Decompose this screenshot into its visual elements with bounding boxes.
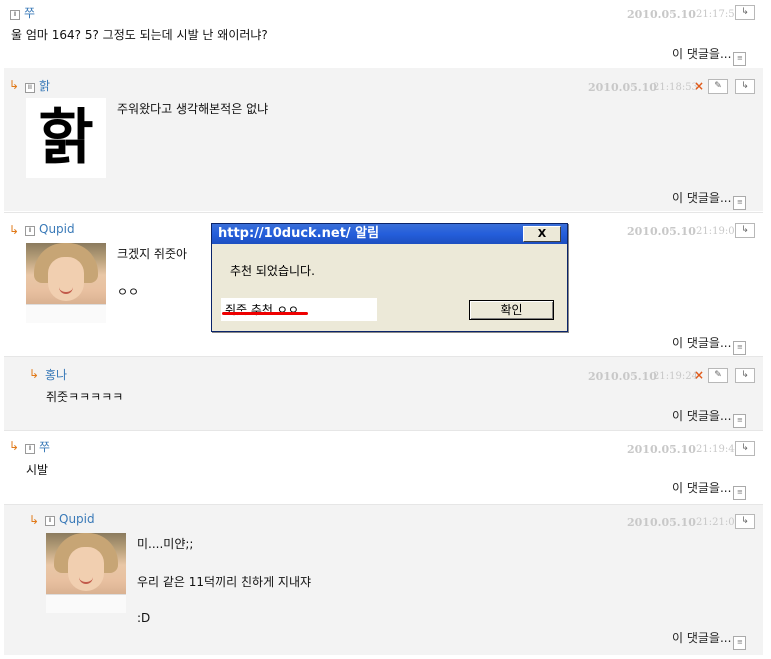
comment-date: 2010.05.10 bbox=[627, 516, 696, 529]
comment-date: 2010.05.10 bbox=[627, 8, 696, 21]
reply-icon[interactable]: ≡ bbox=[733, 414, 747, 428]
dialog-titlebar[interactable]: http://10duck.net/ 알림 X bbox=[212, 224, 567, 244]
alert-dialog: http://10duck.net/ 알림 X 추천 되었습니다. 쥐줏 추천 … bbox=[211, 223, 568, 332]
caption-overlay: 쥐줏 추천 ㅇㅇ bbox=[221, 298, 377, 321]
comment-time: 21:19:24 bbox=[653, 371, 698, 382]
comment-1: Ⅱ쭈 2010.05.10 21:17:57 ↳ 울 엄마 164? 5? 그정… bbox=[4, 0, 763, 68]
comment-text: ㅇㅇ bbox=[117, 285, 140, 299]
edit-button[interactable]: ✎ bbox=[708, 79, 728, 94]
reply-icon[interactable]: ≡ bbox=[733, 486, 747, 500]
reply-link[interactable]: 이 댓글을... ≡ bbox=[672, 479, 747, 500]
reply-link[interactable]: 이 댓글을... ≡ bbox=[672, 189, 747, 210]
author-name[interactable]: 핡 bbox=[39, 79, 50, 93]
reply-icon[interactable]: ≡ bbox=[733, 341, 747, 355]
comment-text: 미....미얀;; bbox=[137, 537, 194, 551]
ok-button[interactable]: 확인 bbox=[469, 300, 554, 320]
comment-2: ↳ Ⅲ핡 2010.05.10 21:18:53 × ✎ ↳ 핡 주워왔다고 생… bbox=[4, 68, 763, 211]
reply-arrow-icon: ↳ bbox=[9, 78, 20, 92]
author-name[interactable]: Qupid bbox=[39, 222, 75, 236]
comment-text: :D bbox=[137, 611, 151, 625]
delete-icon[interactable]: × bbox=[694, 368, 704, 382]
reply-arrow-button[interactable]: ↳ bbox=[735, 514, 755, 529]
avatar bbox=[26, 243, 106, 323]
level-icon: Ⅱ bbox=[25, 226, 35, 236]
comment-author[interactable]: Ⅱ쭈 bbox=[25, 438, 50, 455]
reply-icon[interactable]: ≡ bbox=[733, 52, 747, 66]
reply-arrow-icon: ↳ bbox=[9, 439, 20, 453]
comment-text: 주워왔다고 생각해본적은 없냐 bbox=[117, 102, 269, 116]
comment-author[interactable]: Ⅱ Qupid bbox=[45, 512, 95, 526]
red-underline bbox=[222, 312, 308, 315]
reply-link[interactable]: 이 댓글을... ≡ bbox=[672, 45, 747, 66]
delete-icon[interactable]: × bbox=[694, 79, 704, 93]
level-icon: Ⅲ bbox=[25, 83, 35, 93]
reply-label[interactable]: 이 댓글을... bbox=[672, 191, 731, 205]
author-name[interactable]: 쭈 bbox=[24, 6, 35, 20]
author-name[interactable]: Qupid bbox=[59, 512, 95, 526]
comment-author[interactable]: 홍나 bbox=[45, 366, 67, 383]
comment-author[interactable]: Ⅲ핡 bbox=[25, 77, 50, 94]
reply-label[interactable]: 이 댓글을... bbox=[672, 631, 731, 645]
comment-text: 시발 bbox=[26, 463, 49, 477]
avatar-face bbox=[48, 257, 84, 301]
reply-icon[interactable]: ≡ bbox=[733, 196, 747, 210]
edit-button[interactable]: ✎ bbox=[708, 368, 728, 383]
comment-text: 크겠지 쥐줏아 bbox=[117, 247, 188, 261]
comment-date: 2010.05.10 bbox=[627, 443, 696, 456]
author-name[interactable]: 쭈 bbox=[39, 440, 50, 454]
avatar bbox=[46, 533, 126, 613]
avatar-face bbox=[68, 547, 104, 591]
avatar: 핡 bbox=[26, 98, 106, 178]
reply-arrow-button[interactable]: ↳ bbox=[735, 223, 755, 238]
reply-arrow-button[interactable]: ↳ bbox=[735, 5, 755, 20]
comment-text: 울 엄마 164? 5? 그정도 되는데 시발 난 왜이러냐? bbox=[11, 28, 268, 42]
reply-arrow-icon: ↳ bbox=[29, 513, 40, 527]
avatar-shirt bbox=[26, 304, 106, 323]
avatar-shirt bbox=[46, 594, 126, 613]
author-name[interactable]: 홍나 bbox=[45, 368, 67, 382]
comment-date: 2010.05.10 bbox=[627, 225, 696, 238]
reply-label[interactable]: 이 댓글을... bbox=[672, 47, 731, 61]
reply-link[interactable]: 이 댓글을... ≡ bbox=[672, 629, 747, 650]
reply-arrow-button[interactable]: ↳ bbox=[735, 368, 755, 383]
caption-text: 쥐줏 추천 ㅇㅇ bbox=[225, 303, 299, 317]
comment-author[interactable]: Ⅱ쭈 bbox=[10, 4, 35, 21]
comment-6: ↳ Ⅱ Qupid 2010.05.10 21:21:09 ↳ 미....미얀;;… bbox=[4, 504, 763, 655]
close-button[interactable]: X bbox=[523, 226, 561, 242]
reply-icon[interactable]: ≡ bbox=[733, 636, 747, 650]
reply-label[interactable]: 이 댓글을... bbox=[672, 336, 731, 350]
level-icon: Ⅱ bbox=[25, 444, 35, 454]
level-icon: Ⅱ bbox=[45, 516, 55, 526]
reply-arrow-button[interactable]: ↳ bbox=[735, 79, 755, 94]
comment-text: 쥐줏ㅋㅋㅋㅋㅋ bbox=[46, 390, 124, 404]
reply-arrow-icon: ↳ bbox=[29, 367, 40, 381]
comment-author[interactable]: Ⅱ Qupid bbox=[25, 222, 75, 236]
reply-link[interactable]: 이 댓글을... ≡ bbox=[672, 407, 747, 428]
reply-arrow-button[interactable]: ↳ bbox=[735, 441, 755, 456]
comment-date: 2010.05.10 bbox=[588, 81, 657, 94]
comment-5: ↳ Ⅱ쭈 2010.05.10 21:19:44 ↳ 시발 이 댓글을... ≡ bbox=[4, 430, 763, 504]
reply-label[interactable]: 이 댓글을... bbox=[672, 481, 731, 495]
reply-arrow-icon: ↳ bbox=[9, 223, 20, 237]
reply-label[interactable]: 이 댓글을... bbox=[672, 409, 731, 423]
comment-time: 21:18:53 bbox=[653, 82, 698, 93]
dialog-title: http://10duck.net/ 알림 bbox=[218, 226, 380, 241]
comment-date: 2010.05.10 bbox=[588, 370, 657, 383]
level-icon: Ⅱ bbox=[10, 10, 20, 20]
comment-4: ↳ 홍나 2010.05.10 21:19:24 × ✎ ↳ 쥐줏ㅋㅋㅋㅋㅋ 이… bbox=[4, 356, 763, 430]
dialog-message: 추천 되었습니다. bbox=[230, 264, 315, 278]
reply-link[interactable]: 이 댓글을... ≡ bbox=[672, 334, 747, 355]
comment-text: 우리 같은 11덕끼리 친하게 지내쟈 bbox=[137, 575, 312, 589]
